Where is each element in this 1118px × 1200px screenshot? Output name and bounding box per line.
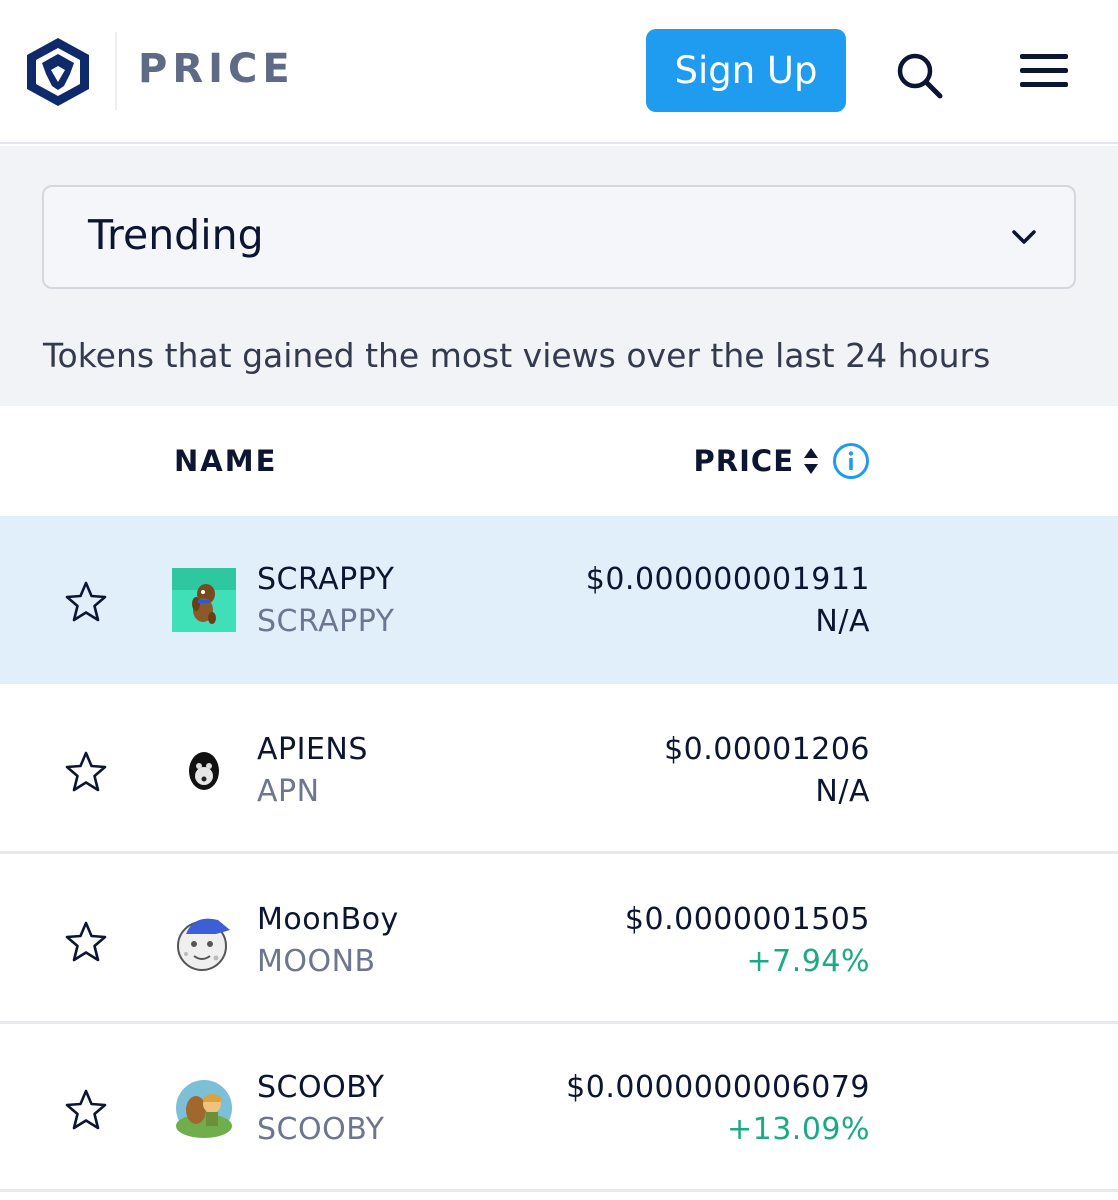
token-name: MoonBoy	[257, 902, 399, 937]
token-price: $0.000000001911	[585, 562, 870, 597]
column-header-price[interactable]: PRICE	[694, 444, 794, 478]
star-icon[interactable]	[64, 750, 108, 794]
token-change: N/A	[815, 604, 870, 639]
token-change: N/A	[815, 774, 870, 809]
token-price: $0.0000000006079	[566, 1070, 870, 1105]
token-avatar	[172, 568, 236, 632]
category-dropdown-value: Trending	[88, 211, 264, 259]
top-header: PRICE Sign Up	[0, 0, 1118, 144]
table-row[interactable]: SCRAPPY SCRAPPY $0.000000001911 N/A	[0, 516, 1118, 684]
token-name: SCOOBY	[257, 1070, 385, 1105]
star-icon[interactable]	[64, 580, 108, 624]
token-symbol: SCRAPPY	[257, 604, 395, 639]
token-change: +7.94%	[746, 944, 870, 979]
column-header-name: NAME	[174, 444, 278, 478]
header-divider	[115, 32, 117, 110]
info-icon[interactable]	[832, 442, 870, 480]
token-name: SCRAPPY	[257, 562, 395, 597]
token-avatar	[172, 908, 236, 972]
token-name: APIENS	[257, 732, 368, 767]
table-row[interactable]: APIENS APN $0.00001206 N/A	[0, 686, 1118, 854]
search-icon[interactable]	[894, 50, 946, 102]
token-price: $0.00001206	[664, 732, 870, 767]
sign-up-button[interactable]: Sign Up	[646, 29, 846, 112]
token-symbol: SCOOBY	[257, 1112, 385, 1147]
brand-title[interactable]: PRICE	[138, 46, 295, 92]
table-row[interactable]: MoonBoy MOONB $0.0000001505 +7.94%	[0, 856, 1118, 1024]
sort-icon[interactable]	[803, 446, 819, 476]
lion-shield-logo-icon[interactable]	[24, 36, 92, 108]
token-symbol: MOONB	[257, 944, 376, 979]
chevron-down-icon	[1008, 221, 1040, 253]
filter-section: Trending Tokens that gained the most vie…	[0, 146, 1118, 406]
table-header: NAME PRICE	[0, 406, 1118, 516]
token-change: +13.09%	[726, 1112, 870, 1147]
category-dropdown[interactable]: Trending	[42, 185, 1076, 289]
token-price: $0.0000001505	[624, 902, 870, 937]
token-avatar	[172, 738, 236, 802]
token-avatar	[172, 1076, 236, 1140]
star-icon[interactable]	[64, 1088, 108, 1132]
hamburger-menu-icon[interactable]	[1020, 52, 1070, 90]
token-symbol: APN	[257, 774, 320, 809]
filter-description: Tokens that gained the most views over t…	[43, 336, 991, 375]
star-icon[interactable]	[64, 920, 108, 964]
table-row[interactable]: SCOOBY SCOOBY $0.0000000006079 +13.09%	[0, 1024, 1118, 1192]
